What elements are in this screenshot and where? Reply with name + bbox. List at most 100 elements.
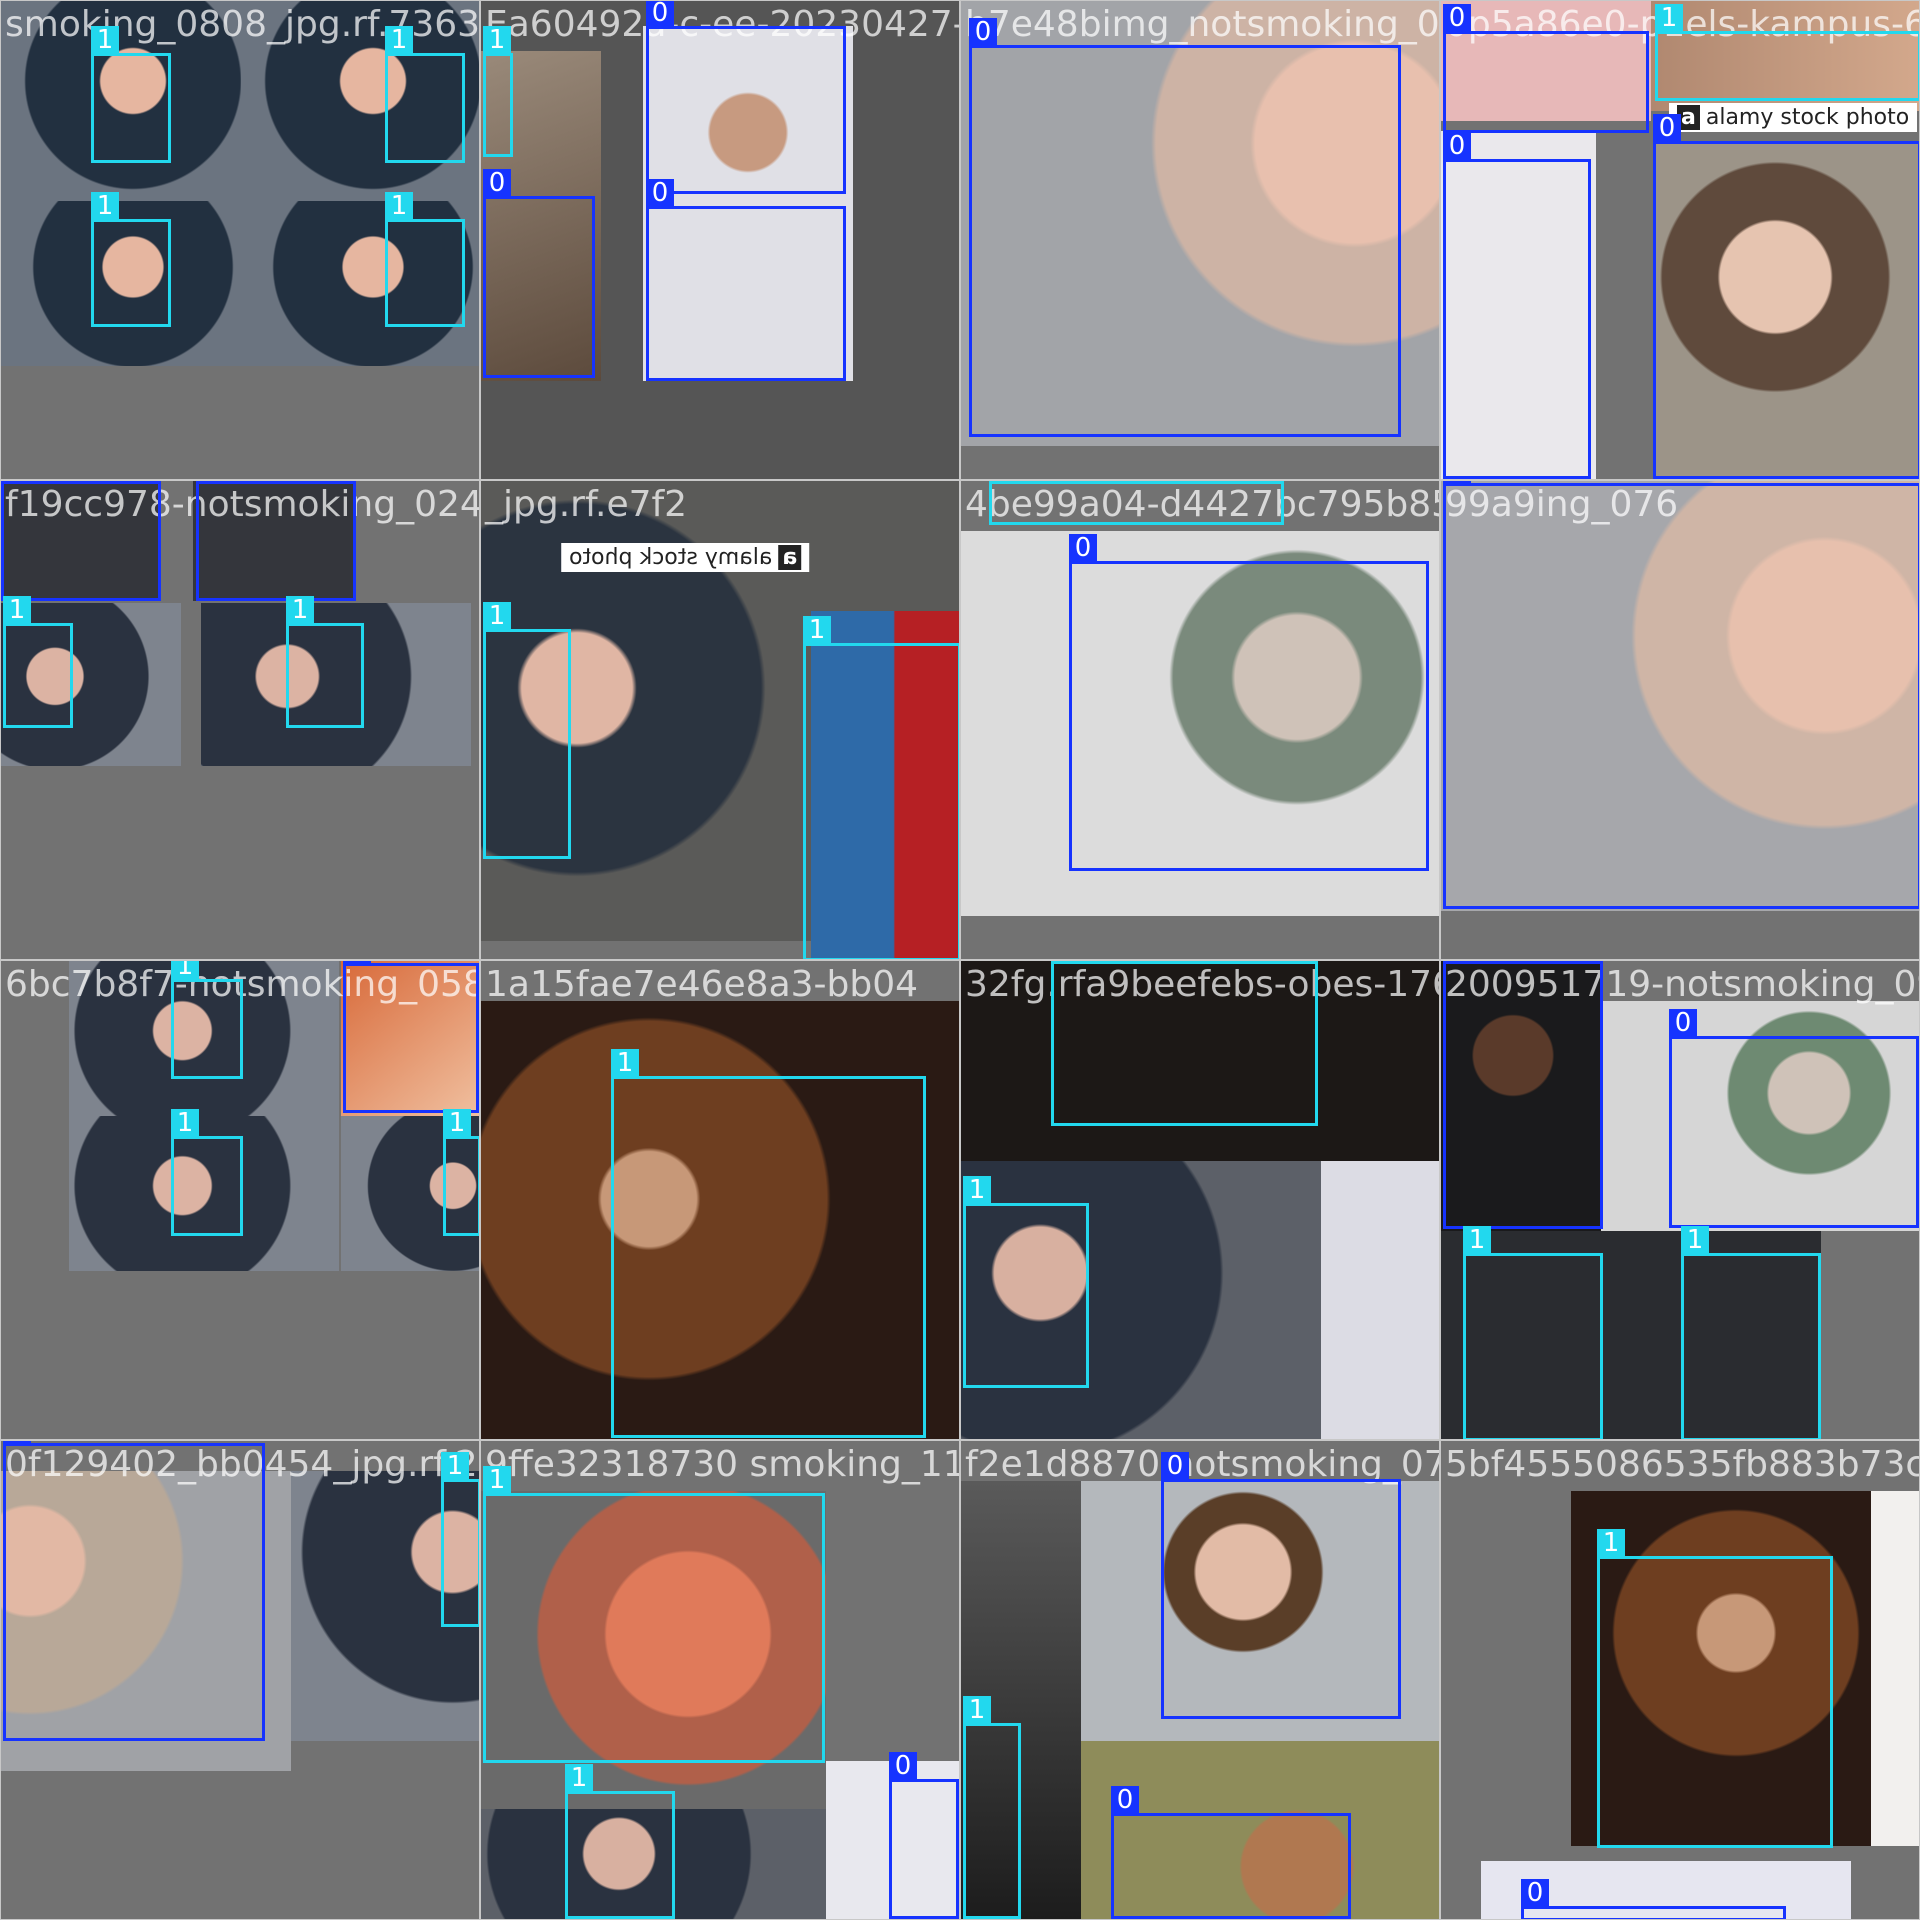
bounding-box: 1 (3, 596, 73, 728)
class-label: 1 (1681, 1226, 1709, 1254)
class-label: 1 (171, 961, 199, 980)
mosaic-tile-2: Ea60492a-c-ee-20230427-W 1 0 0 0 (480, 0, 960, 480)
class-label: 1 (3, 596, 31, 624)
watermark-logo: a (778, 545, 802, 570)
tile-filename: 5bf4555086535fb883b73c5 (1445, 1444, 1920, 1485)
class-label: 1 (91, 192, 119, 220)
class-label: 1 (286, 596, 314, 624)
class-label: 1 (565, 1764, 593, 1792)
class-label: 0 (1443, 481, 1471, 484)
bounding-box: 0 (969, 18, 1401, 437)
class-label: 1 (963, 1696, 991, 1724)
bounding-box: 0 (196, 481, 356, 601)
mosaic-tile-6: aalamy stock photo _jpg.rf.e7f2 1 1 (480, 480, 960, 960)
class-label: 0 (483, 169, 511, 197)
bounding-box: 0 (483, 169, 595, 378)
mosaic-tile-12: 200951719-notsmoking_0980 0 0 1 1 (1440, 960, 1920, 1440)
watermark-text: alamy stock photo (569, 545, 773, 570)
bounding-box: 0 (1069, 534, 1429, 871)
class-label: 1 (385, 26, 413, 54)
mosaic-tile-5: f19cc978-notsmoking_0247 0 0 1 1 (0, 480, 480, 960)
mosaic-tile-16: 5bf4555086535fb883b73c5 1 0 (1440, 1440, 1920, 1920)
bounding-box: 1 (441, 1452, 479, 1627)
tile-filename: 9ffe32318730 smoking_1103_jpg.r (485, 1444, 959, 1485)
mosaic-tile-13: 0f129402_bb0454_jpg.rf.25c 0 1 (0, 1440, 480, 1920)
class-label: 1 (171, 1109, 199, 1137)
watermark-text: alamy stock photo (1705, 105, 1910, 130)
class-label: 0 (969, 18, 997, 46)
bounding-box: 0 (889, 1752, 959, 1919)
class-label: 0 (1669, 1009, 1697, 1037)
class-label: 0 (1443, 4, 1471, 32)
mosaic-tile-11: 32fg.rfa9beefebs-obes-1765 1 1 (960, 960, 1440, 1440)
watermark: a alamy stock photo (1669, 103, 1918, 132)
bounding-box: 0 (1443, 481, 1919, 909)
bounding-box: 1 (1597, 1529, 1833, 1848)
white-background-photo (1321, 1161, 1439, 1439)
class-label: 0 (1443, 132, 1471, 160)
class-label: 0 (343, 961, 371, 964)
bounding-box: 0 (1443, 4, 1649, 133)
class-label: 1 (803, 616, 831, 644)
class-label: 1 (1463, 1226, 1491, 1254)
bounding-box: 1 (483, 1466, 825, 1763)
bounding-box: 0 (1161, 1452, 1401, 1719)
bounding-box: 1 (989, 481, 1284, 525)
class-label: 1 (443, 1109, 471, 1137)
bounding-box: 1 (1463, 1226, 1603, 1439)
class-label: 0 (196, 481, 224, 482)
mosaic-tile-15: f2e1d8870 notsmoking_0796 0 1 0 (960, 1440, 1440, 1920)
white-background-photo (1871, 1491, 1919, 1846)
bounding-box: 0 (1653, 114, 1919, 479)
class-label: 0 (1161, 1452, 1189, 1480)
mosaic-tile-1: smoking_0808_jpg.rf.7363e 1 1 1 1 (0, 0, 480, 480)
bounding-box: 0 (1669, 1009, 1919, 1228)
bounding-box: 1 (483, 602, 571, 859)
class-label: 0 (1, 481, 29, 482)
class-label: 0 (646, 1, 674, 27)
mosaic-tile-3: b7e48bimg_notsmoking_0528 0 (960, 0, 1440, 480)
bounding-box: 1 (565, 1764, 675, 1919)
bounding-box: 1 (483, 26, 513, 157)
class-label: 1 (1655, 4, 1683, 32)
bounding-box: 1 (171, 1109, 243, 1236)
bounding-box: 0 (1443, 132, 1591, 479)
mosaic-tile-14: 9ffe32318730 smoking_1103_jpg.r 1 1 0 (480, 1440, 960, 1920)
bounding-box: 1 (1681, 1226, 1821, 1439)
class-label: 0 (646, 179, 674, 207)
mosaic-tile-8: 99a9ing_076 0 (1440, 480, 1920, 960)
class-label: 1 (441, 1452, 469, 1480)
class-label: 1 (91, 26, 119, 54)
class-label: 1 (611, 1049, 639, 1077)
class-label: 1 (483, 602, 511, 630)
bounding-box: 1 (1051, 961, 1318, 1126)
class-label: 0 (1443, 961, 1471, 962)
class-label: 0 (889, 1752, 917, 1780)
bounding-box: 0 (1443, 961, 1603, 1229)
class-label: 1 (385, 192, 413, 220)
bounding-box: 0 (1111, 1786, 1351, 1919)
bounding-box: 1 (963, 1176, 1089, 1388)
bounding-box: 1 (443, 1109, 479, 1236)
bounding-box: 1 (963, 1696, 1021, 1919)
bounding-box: 0 (646, 179, 846, 381)
class-label: 1 (1597, 1529, 1625, 1557)
class-label: 0 (3, 1441, 31, 1444)
mosaic-tile-7: 4be99a04-d4427bc795b85ae 1 0 (960, 480, 1440, 960)
bounding-box: 0 (1521, 1879, 1786, 1919)
class-label: 1 (483, 26, 511, 54)
mosaic-tile-4: aalamy stock photo 0p5a86e0-p1els-kampus… (1440, 0, 1920, 480)
bounding-box: 1 (1655, 4, 1919, 101)
class-label: 0 (1521, 1879, 1549, 1907)
watermark-mirrored: aalamy stock photo (561, 543, 810, 572)
bounding-box: 1 (803, 616, 959, 959)
bounding-box: 1 (171, 961, 243, 1079)
mosaic-tile-9: 6bc7b8f7-notsmoking_058 1 0 1 1 (0, 960, 480, 1440)
class-label: 0 (1069, 534, 1097, 562)
class-label: 1 (963, 1176, 991, 1204)
bounding-box: 0 (3, 1441, 265, 1741)
bounding-box: 0 (1, 481, 161, 601)
mosaic-tile-10: 1a15fae7e46e8a3-bb04 1 (480, 960, 960, 1440)
bounding-box: 0 (343, 961, 479, 1113)
class-label: 0 (1111, 1786, 1139, 1814)
